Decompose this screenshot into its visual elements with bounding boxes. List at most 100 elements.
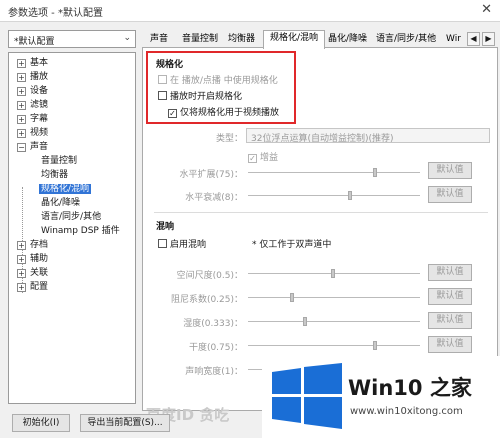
tree-item-subtitle[interactable]: + 字幕 (17, 113, 48, 126)
tree-item-label: 设备 (30, 86, 49, 96)
type-label: 类型： (215, 134, 243, 144)
tree-item-audio[interactable]: − 声音 (17, 141, 48, 154)
tree-item-playback[interactable]: + 播放 (17, 71, 48, 84)
wet-slider[interactable] (248, 317, 420, 326)
expand-icon[interactable]: + (17, 115, 26, 124)
h-expand-slider[interactable] (248, 168, 420, 177)
expand-icon[interactable]: + (17, 87, 26, 96)
expand-icon[interactable]: + (17, 129, 26, 138)
expand-icon[interactable]: + (17, 101, 26, 110)
settings-tree[interactable]: + 基本 + 播放 + 设备 + 滤镜 + 字幕 + 视频 − 声音 音量控制 均衡器 规格化… (8, 52, 136, 404)
checkbox-label: 增益 (260, 153, 279, 163)
tree-item-label: 播放 (30, 72, 49, 82)
preset-value: *默认配置 (14, 37, 55, 47)
highlight-box (146, 51, 296, 124)
tree-item-label: 滤镜 (30, 100, 49, 110)
tree-item-auxiliary[interactable]: + 辅助 (17, 253, 48, 266)
type-select[interactable]: 32位浮点运算(自动增益控制)(推荐) (246, 128, 490, 143)
section-divider (154, 212, 488, 213)
tree-item-winamp-dsp[interactable]: Winamp DSP 插件 (41, 225, 120, 238)
tree-item-video[interactable]: + 视频 (17, 127, 48, 140)
check-icon: ✓ (248, 154, 257, 163)
dry-slider[interactable] (248, 341, 420, 350)
window-title: 参数选项 - *默认配置 (8, 8, 103, 19)
room-size-label: 空间尺度(0.5)： (176, 271, 243, 281)
tab-bar: 声音 音量控制 均衡器 规格化/混响 晶化/降噪 语言/同步/其他 Wir ◀ … (142, 30, 498, 49)
tree-item-label: 关联 (30, 268, 49, 278)
tree-item-language-sync[interactable]: 语言/同步/其他 (41, 211, 101, 224)
tree-item-equalizer[interactable]: 均衡器 (41, 169, 68, 182)
tree-item-config[interactable]: + 配置 (17, 281, 48, 294)
expand-icon[interactable]: + (17, 255, 26, 264)
checkbox-label: 启用混响 (170, 240, 207, 250)
wet-label: 湿度(0.333)： (183, 319, 243, 329)
tab-crystal-denoise[interactable]: 晶化/降噪 (322, 32, 373, 48)
dry-default-button[interactable]: 默认值 (428, 336, 472, 353)
watermark-url: www.win10xitong.com (350, 406, 463, 417)
checkbox-box (158, 239, 167, 248)
slider-thumb[interactable] (348, 191, 352, 200)
reverb-section-title: 混响 (156, 222, 175, 232)
tab-winamp[interactable]: Wir (440, 32, 467, 48)
tree-item-normalize-reverb[interactable]: 规格化/混响 (39, 183, 92, 196)
tab-volume[interactable]: 音量控制 (176, 32, 224, 48)
tree-item-crystal-denoise[interactable]: 晶化/降噪 (41, 197, 80, 210)
tab-scroll-left-icon[interactable]: ◀ (467, 32, 480, 46)
title-bar: 参数选项 - *默认配置 ✕ (0, 0, 500, 22)
dry-label: 干度(0.75)： (188, 343, 243, 353)
collapse-icon[interactable]: − (17, 143, 26, 152)
room-size-slider[interactable] (248, 269, 420, 278)
expand-icon[interactable]: + (17, 283, 26, 292)
export-config-button[interactable]: 导出当前配置(S)... (80, 414, 170, 432)
damping-slider[interactable] (248, 293, 420, 302)
damping-default-button[interactable]: 默认值 (428, 288, 472, 305)
h-expand-label: 水平扩展(75)： (179, 170, 243, 180)
wet-default-button[interactable]: 默认值 (428, 312, 472, 329)
expand-icon[interactable]: + (17, 269, 26, 278)
tab-equalizer[interactable]: 均衡器 (222, 32, 261, 48)
slider-thumb[interactable] (331, 269, 335, 278)
tree-item-label: 声音 (30, 142, 49, 152)
expand-icon[interactable]: + (17, 241, 26, 250)
h-decay-label: 水平衰减(8)： (185, 193, 243, 203)
tree-item-label: 字幕 (30, 114, 49, 124)
slider-thumb[interactable] (290, 293, 294, 302)
h-decay-default-button[interactable]: 默认值 (428, 186, 472, 203)
tree-item-label: 音量控制 (41, 156, 78, 166)
windows-logo-icon (272, 363, 342, 429)
reverb-enable-checkbox[interactable]: 启用混响 (158, 237, 206, 250)
watermark-brand: Win10 之家 (348, 376, 472, 400)
slider-thumb[interactable] (373, 168, 377, 177)
tree-item-label: 配置 (30, 282, 49, 292)
tree-item-label: Winamp DSP 插件 (41, 226, 120, 236)
expand-icon[interactable]: + (17, 59, 26, 68)
tab-audio[interactable]: 声音 (144, 32, 174, 48)
expand-icon[interactable]: + (17, 73, 26, 82)
tree-item-label: 辅助 (30, 254, 49, 264)
close-icon[interactable]: ✕ (481, 2, 492, 17)
damping-label: 阻尼系数(0.25)： (170, 295, 243, 305)
tree-item-device[interactable]: + 设备 (17, 85, 48, 98)
tab-scroll-right-icon[interactable]: ▶ (482, 32, 495, 46)
tree-item-label: 规格化/混响 (39, 184, 92, 194)
tree-item-volume[interactable]: 音量控制 (41, 155, 77, 168)
slider-thumb[interactable] (303, 317, 307, 326)
tab-language-sync[interactable]: 语言/同步/其他 (370, 32, 442, 48)
h-expand-default-button[interactable]: 默认值 (428, 162, 472, 179)
h-decay-slider[interactable] (248, 191, 420, 200)
tree-item-archive[interactable]: + 存档 (17, 239, 48, 252)
preset-dropdown[interactable]: *默认配置 ⌄ (8, 30, 136, 48)
tree-item-label: 视频 (30, 128, 49, 138)
tree-item-label: 基本 (30, 58, 49, 68)
reverb-note: * 仅工作于双声道中 (252, 240, 332, 250)
tree-item-basic[interactable]: + 基本 (17, 57, 48, 70)
init-button[interactable]: 初始化(I) (12, 414, 70, 432)
slider-thumb[interactable] (373, 341, 377, 350)
width-label: 声响宽度(1)： (185, 367, 243, 377)
tree-item-association[interactable]: + 关联 (17, 267, 48, 280)
chevron-down-icon: ⌄ (123, 33, 131, 43)
tab-normalize-reverb[interactable]: 规格化/混响 (263, 30, 326, 49)
tree-item-filter[interactable]: + 滤镜 (17, 99, 48, 112)
room-size-default-button[interactable]: 默认值 (428, 264, 472, 281)
gain-checkbox[interactable]: ✓ 增益 (248, 150, 278, 163)
